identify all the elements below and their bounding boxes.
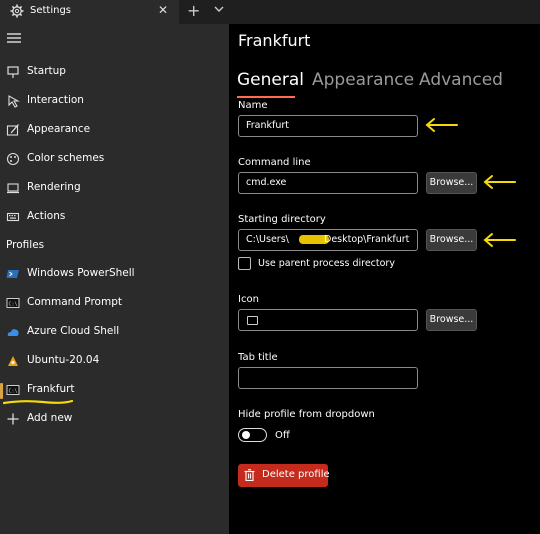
- sidebar-item-label: Interaction: [27, 94, 84, 106]
- tab-title: Settings: [30, 5, 72, 16]
- title-bar: Settings ✕ +: [0, 0, 540, 24]
- tab-title-label: Tab title: [238, 352, 278, 363]
- chevron-down-icon[interactable]: [212, 2, 226, 16]
- settings-panel: Frankfurt General Appearance Advanced Na…: [229, 24, 540, 534]
- delete-profile-button[interactable]: Delete profile: [238, 464, 330, 487]
- startup-icon: [7, 66, 19, 78]
- sidebar-item-color-schemes[interactable]: Color schemes: [0, 146, 229, 173]
- profiles-header: Profiles: [6, 239, 45, 251]
- interaction-icon: [8, 95, 20, 108]
- gear-icon: [10, 4, 24, 18]
- close-icon[interactable]: ✕: [158, 3, 168, 17]
- sidebar-item-label: Azure Cloud Shell: [27, 325, 120, 337]
- svg-text:C:\: C:\: [9, 302, 18, 308]
- color-schemes-icon: [6, 152, 20, 166]
- use-parent-directory-checkbox[interactable]: [238, 257, 251, 270]
- sidebar-item-interaction[interactable]: Interaction: [0, 88, 229, 115]
- use-parent-directory-label: Use parent process directory: [258, 258, 395, 269]
- annotation-arrow: [483, 233, 516, 247]
- svg-text:C:\: C:\: [9, 389, 18, 395]
- starting-directory-field[interactable]: C:\Users\ Desktop\Frankfurt: [238, 229, 418, 251]
- azure-icon: [7, 329, 19, 336]
- sidebar-item-label: Windows PowerShell: [27, 267, 135, 279]
- plus-icon: [7, 413, 19, 425]
- terminal-icon: C:\: [6, 385, 20, 395]
- hide-profile-toggle[interactable]: [238, 428, 267, 442]
- starting-directory-browse-button[interactable]: Browse...: [426, 229, 477, 251]
- name-label: Name: [238, 100, 268, 111]
- path-prefix: C:\Users\: [246, 234, 289, 245]
- icon-field[interactable]: [238, 309, 418, 331]
- actions-icon: [6, 212, 20, 222]
- appearance-icon: [6, 124, 19, 136]
- settings-tab[interactable]: Settings ✕: [0, 0, 179, 24]
- toggle-state-label: Off: [275, 430, 290, 441]
- icon-label: Icon: [238, 294, 259, 305]
- tab-advanced[interactable]: Advanced: [419, 70, 503, 90]
- path-suffix: Desktop\Frankfurt: [324, 234, 410, 245]
- sidebar-item-appearance[interactable]: Appearance: [0, 117, 229, 144]
- toggle-knob: [242, 431, 250, 439]
- sidebar-item-rendering[interactable]: Rendering: [0, 175, 229, 202]
- sidebar-item-startup[interactable]: Startup: [0, 59, 229, 86]
- annotation-arrow: [425, 118, 458, 132]
- sidebar-item-azure-cloud-shell[interactable]: Azure Cloud Shell: [0, 319, 229, 346]
- annotation-arrow: [483, 175, 516, 189]
- tab-appearance[interactable]: Appearance: [312, 70, 414, 90]
- rendering-icon: [7, 183, 19, 194]
- ubuntu-icon: [8, 356, 18, 366]
- selection-indicator: [0, 383, 3, 399]
- sidebar-item-label: Color schemes: [27, 152, 105, 164]
- command-line-browse-button[interactable]: Browse...: [426, 172, 477, 194]
- sidebar-item-label: Rendering: [27, 181, 81, 193]
- annotation-underline: [3, 399, 73, 405]
- delete-profile-label: Delete profile: [262, 469, 330, 480]
- starting-directory-label: Starting directory: [238, 214, 326, 225]
- tab-general[interactable]: General: [237, 70, 304, 90]
- sidebar-item-command-prompt[interactable]: C:\ Command Prompt: [0, 290, 229, 317]
- tab-title-field[interactable]: [238, 367, 418, 389]
- sidebar-item-label: Add new: [27, 412, 73, 424]
- sidebar-item-label: Frankfurt: [27, 383, 75, 395]
- sidebar-item-label: Appearance: [27, 123, 91, 135]
- command-line-label: Command line: [238, 157, 311, 168]
- sidebar-item-actions[interactable]: Actions: [0, 204, 229, 231]
- name-field[interactable]: Frankfurt: [238, 115, 418, 137]
- sidebar-item-windows-powershell[interactable]: Windows PowerShell: [0, 261, 229, 288]
- sidebar: Startup Interaction Appearance Color sch…: [0, 24, 229, 534]
- new-tab-button[interactable]: +: [187, 1, 200, 20]
- trash-icon: [244, 469, 255, 481]
- hamburger-menu-icon[interactable]: [7, 32, 21, 44]
- sidebar-item-label: Startup: [27, 65, 66, 77]
- page-title: Frankfurt: [238, 31, 311, 50]
- sidebar-item-ubuntu[interactable]: Ubuntu-20.04: [0, 348, 229, 375]
- powershell-icon: [6, 270, 19, 278]
- sidebar-item-label: Command Prompt: [27, 296, 122, 308]
- icon-browse-button[interactable]: Browse...: [426, 309, 477, 331]
- sidebar-item-add-new[interactable]: Add new: [0, 406, 229, 433]
- terminal-icon: [247, 316, 258, 325]
- command-prompt-icon: C:\: [6, 298, 20, 308]
- command-line-field[interactable]: cmd.exe: [238, 172, 418, 194]
- active-tab-underline: [237, 96, 295, 98]
- sidebar-item-label: Actions: [27, 210, 66, 222]
- sidebar-item-label: Ubuntu-20.04: [27, 354, 100, 366]
- hide-profile-label: Hide profile from dropdown: [238, 409, 375, 420]
